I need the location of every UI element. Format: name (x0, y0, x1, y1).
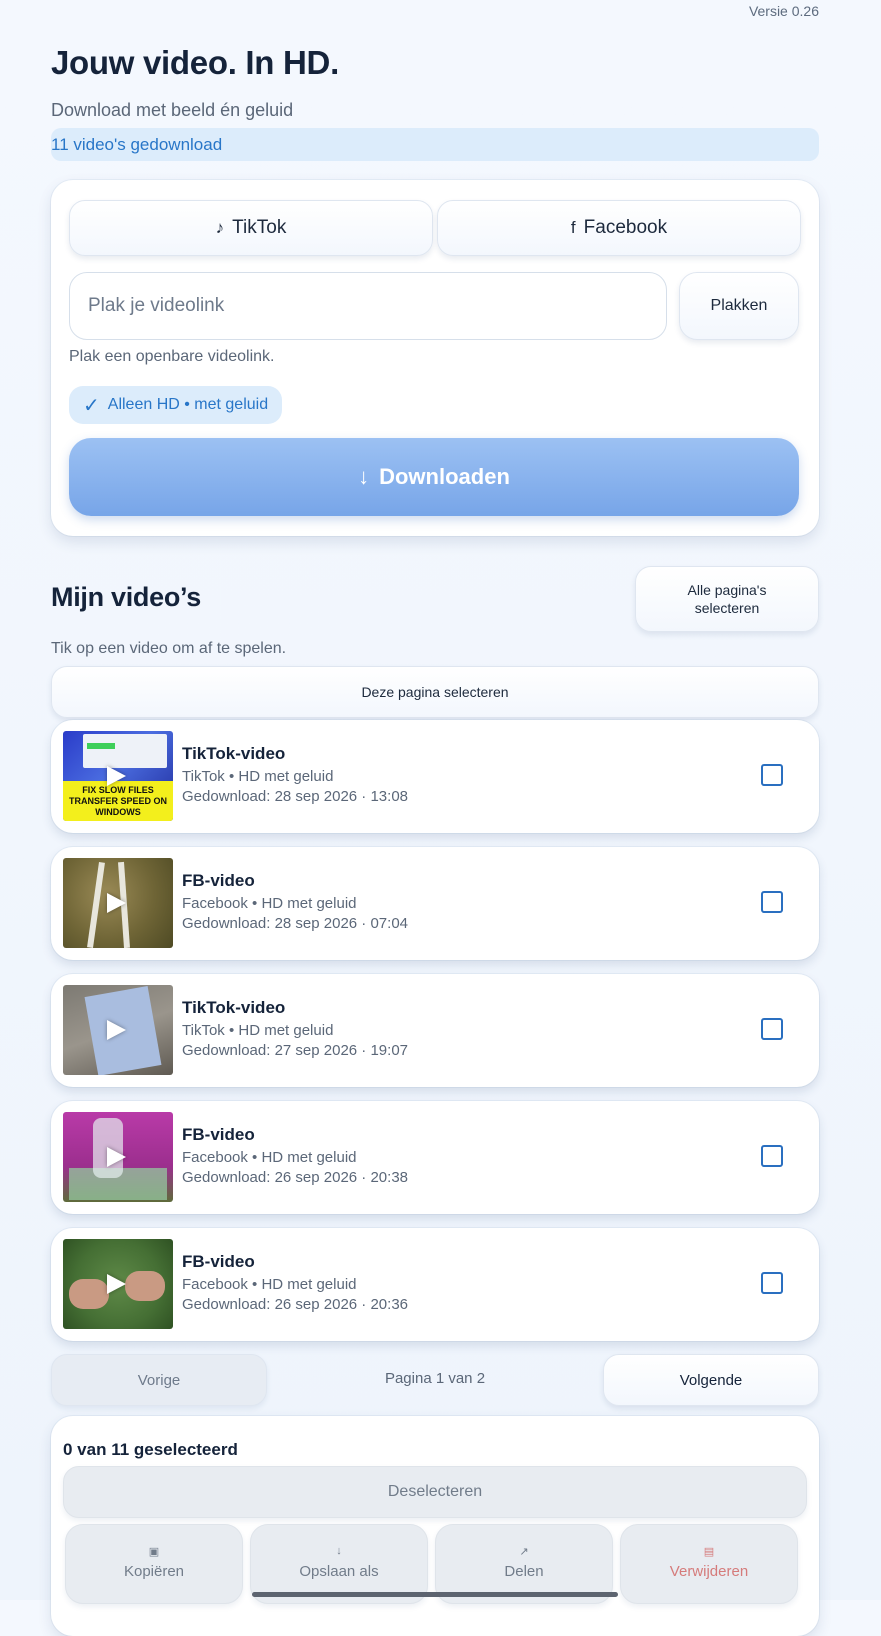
page-subtitle: Download met beeld én geluid (51, 100, 294, 120)
tab-tiktok[interactable]: ♪ TikTok (69, 200, 433, 256)
check-icon: ✓ (83, 394, 100, 417)
music-note-icon: ♪ (215, 218, 225, 237)
video-title: FB-video (182, 871, 255, 890)
video-link-input[interactable] (69, 272, 667, 340)
tab-tiktok-label: TikTok (232, 217, 287, 238)
paste-button[interactable]: Plakken (679, 272, 799, 340)
tap-hint: Tik op een video om af te spelen. (51, 640, 287, 657)
selection-count: 0 van 11 geselecteerd (63, 1440, 238, 1459)
delete-label: Verwijderen (669, 1563, 749, 1580)
download-count-banner: 11 video's gedownload (51, 128, 819, 161)
download-card: ♪ TikTok f Facebook Plakken Plak een ope… (51, 180, 819, 536)
video-thumbnail[interactable] (63, 1239, 173, 1329)
video-checkbox[interactable] (761, 764, 783, 786)
delete-button[interactable]: ▤ Verwijderen (620, 1524, 798, 1604)
selection-panel: 0 van 11 geselecteerd Deselecteren ▣ Kop… (51, 1416, 819, 1636)
page-title: Jouw video. In HD. (51, 44, 339, 81)
video-checkbox[interactable] (761, 891, 783, 913)
video-title: FB-video (182, 1252, 255, 1271)
copy-icon: ▣ (148, 1546, 160, 1558)
video-meta: TikTok • HD met geluid (182, 1022, 334, 1039)
video-title: TikTok-video (182, 998, 286, 1017)
play-icon (107, 1020, 126, 1040)
video-date: Gedownload: 26 sep 2026 · 20:38 (182, 1169, 409, 1186)
hd-only-label: Alleen HD • met geluid (107, 396, 269, 413)
thumbnail-caption: FIX SLOW FILES TRANSFER SPEED ON WINDOWS (63, 781, 173, 821)
play-icon (107, 1147, 126, 1167)
play-icon (107, 766, 126, 786)
copy-button[interactable]: ▣ Kopiëren (65, 1524, 243, 1604)
video-thumbnail[interactable]: FIX SLOW FILES TRANSFER SPEED ON WINDOWS (63, 731, 173, 821)
video-date: Gedownload: 27 sep 2026 · 19:07 (182, 1042, 409, 1059)
copy-label: Kopiëren (123, 1563, 185, 1580)
video-thumbnail[interactable] (63, 985, 173, 1075)
video-title: TikTok-video (182, 744, 286, 763)
play-icon (107, 893, 126, 913)
share-icon: ↗ (519, 1546, 529, 1558)
video-checkbox[interactable] (761, 1272, 783, 1294)
trash-icon: ▤ (703, 1546, 715, 1558)
video-meta: TikTok • HD met geluid (182, 768, 334, 785)
tab-facebook-label: Facebook (583, 217, 668, 238)
video-thumbnail[interactable] (63, 1112, 173, 1202)
version-label: Versie 0.26 (748, 3, 819, 19)
video-meta: Facebook • HD met geluid (182, 1149, 357, 1166)
home-indicator[interactable] (252, 1592, 618, 1597)
my-videos-title: Mijn video’s (51, 582, 201, 612)
deselect-button[interactable]: Deselecteren (63, 1466, 807, 1518)
video-item[interactable]: TikTok-video TikTok • HD met geluid Gedo… (51, 974, 819, 1087)
video-item[interactable]: FB-video Facebook • HD met geluid Gedown… (51, 1101, 819, 1214)
share-label: Delen (504, 1563, 544, 1580)
video-meta: Facebook • HD met geluid (182, 1276, 357, 1293)
pagination: Vorige Pagina 1 van 2 Volgende (51, 1354, 819, 1406)
hd-only-chip[interactable]: ✓ Alleen HD • met geluid (69, 386, 283, 424)
video-item[interactable]: FB-video Facebook • HD met geluid Gedown… (51, 1228, 819, 1341)
video-list: FIX SLOW FILES TRANSFER SPEED ON WINDOWS… (51, 720, 819, 1355)
play-icon (107, 1274, 126, 1294)
video-date: Gedownload: 26 sep 2026 · 20:36 (182, 1296, 409, 1313)
download-button-label: Downloaden (379, 464, 510, 489)
video-checkbox[interactable] (761, 1018, 783, 1040)
link-hint: Plak een openbare videolink. (69, 348, 275, 365)
video-date: Gedownload: 28 sep 2026 · 07:04 (182, 915, 409, 932)
download-arrow-icon: ↓ (358, 464, 370, 489)
facebook-icon: f (570, 218, 576, 237)
video-title: FB-video (182, 1125, 255, 1144)
tab-facebook[interactable]: f Facebook (437, 200, 801, 256)
video-item[interactable]: FB-video Facebook • HD met geluid Gedown… (51, 847, 819, 960)
video-meta: Facebook • HD met geluid (182, 895, 357, 912)
video-thumbnail[interactable] (63, 858, 173, 948)
next-page-button[interactable]: Volgende (603, 1354, 819, 1406)
video-date: Gedownload: 28 sep 2026 · 13:08 (182, 788, 409, 805)
video-checkbox[interactable] (761, 1145, 783, 1167)
select-all-pages-button[interactable]: Alle pagina's selecteren (635, 566, 819, 632)
download-button[interactable]: ↓ Downloaden (69, 438, 799, 516)
save-icon: ↓ (336, 1545, 342, 1557)
save-as-label: Opslaan als (299, 1563, 379, 1580)
video-item[interactable]: FIX SLOW FILES TRANSFER SPEED ON WINDOWS… (51, 720, 819, 833)
select-page-button[interactable]: Deze pagina selecteren (51, 666, 819, 718)
